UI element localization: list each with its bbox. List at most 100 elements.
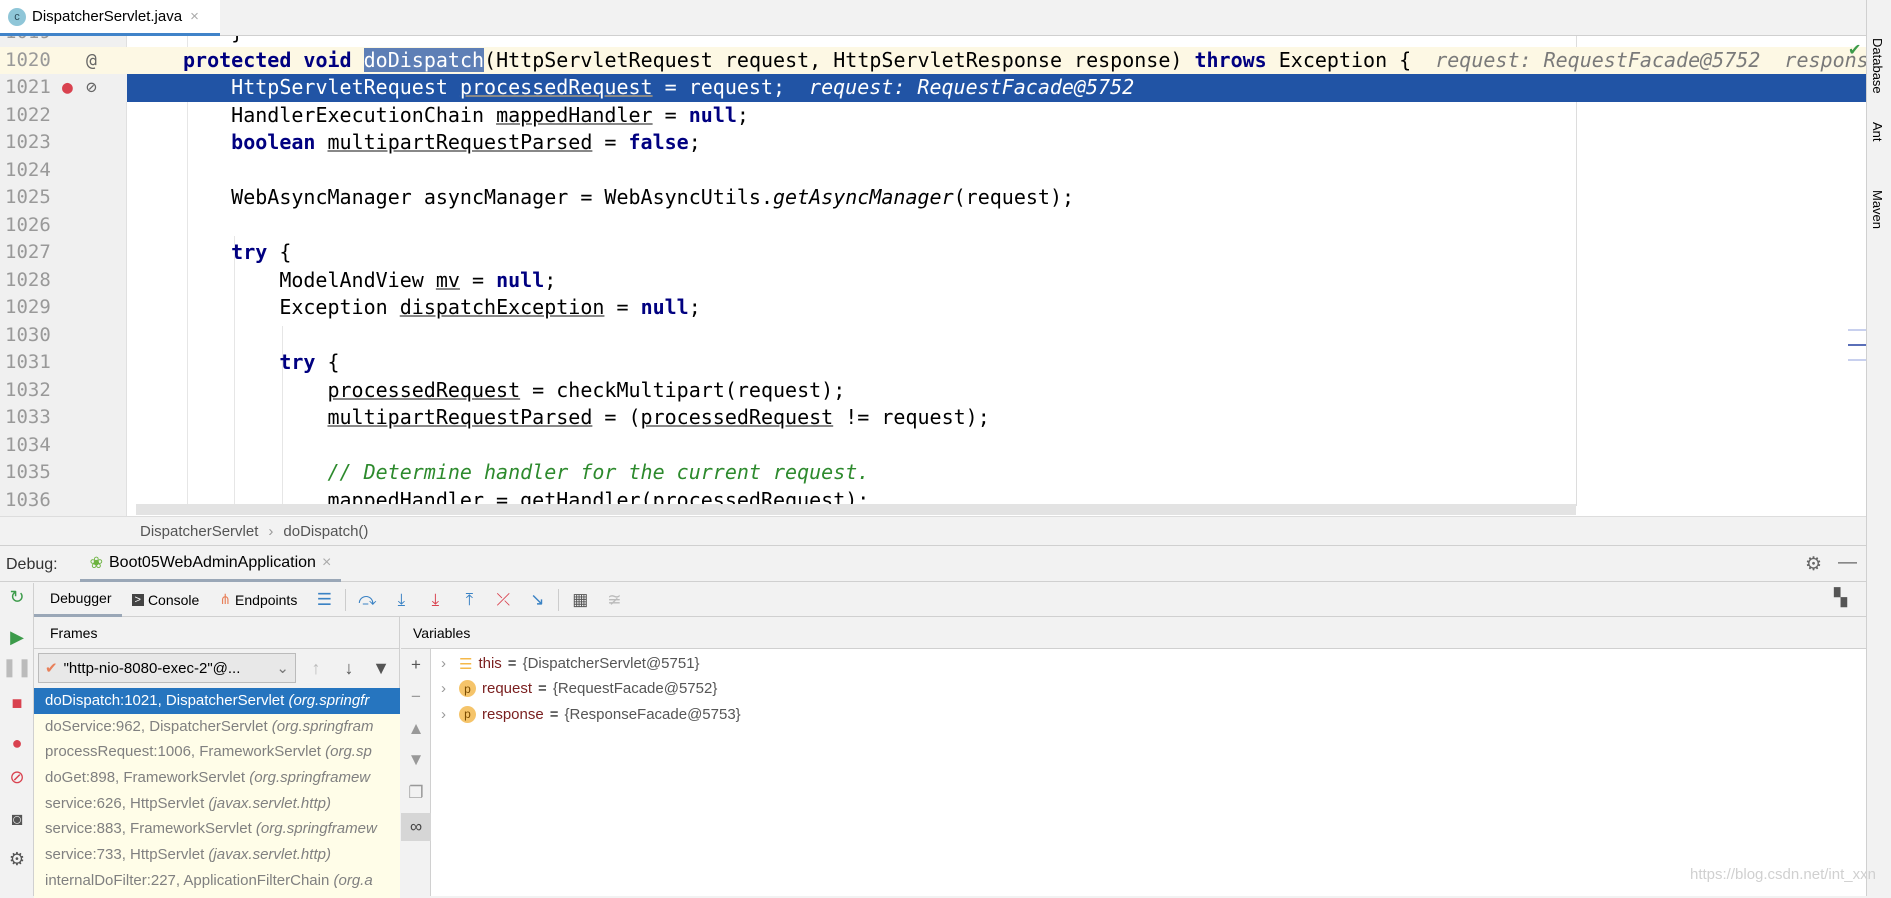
add-watch-icon[interactable]: + [401, 651, 431, 679]
line-number: 1031 [5, 351, 51, 373]
frame-item[interactable]: internalDoFilter:227, ApplicationFilterC… [34, 868, 400, 894]
breakpoint-icon[interactable]: ● [62, 74, 73, 102]
resume-icon[interactable]: ▶ [0, 627, 34, 648]
breadcrumb-method[interactable]: doDispatch() [283, 523, 368, 540]
frame-item[interactable]: doService:962, DispatcherServlet (org.sp… [34, 714, 400, 740]
camera-icon[interactable]: ◙ [0, 809, 34, 830]
variable-row[interactable]: › p request = {RequestFacade@5752} [431, 676, 717, 701]
code-editor[interactable]: 1019}1020@protected void doDispatch(Http… [0, 36, 1866, 516]
code-line[interactable]: 1029 Exception dispatchException = null; [0, 294, 1866, 322]
database-tool-button[interactable]: Database [1870, 38, 1885, 94]
drop-frame-icon[interactable]: ⤫ [491, 588, 515, 612]
debug-session-tab[interactable]: ❀ Boot05WebAdminApplication × [79, 548, 342, 582]
code-text: WebAsyncManager asyncManager = WebAsyncU… [231, 184, 1074, 212]
editor-tab-bar: c DispatcherServlet.java × [0, 0, 1866, 36]
code-token: (request); [953, 185, 1075, 209]
line-number: 1034 [5, 433, 51, 456]
tab-label: Endpoints [235, 591, 298, 608]
mute-breakpoints-icon[interactable]: ⊘ [0, 767, 34, 788]
next-frame-icon[interactable]: ↓ [335, 653, 363, 683]
filter-icon[interactable]: ▼ [367, 653, 395, 683]
close-icon[interactable]: × [190, 8, 199, 25]
step-into-icon[interactable]: ⤓ [389, 588, 413, 612]
copy-icon[interactable]: ❐ [401, 779, 431, 807]
code-token: = [459, 267, 497, 292]
move-down-icon[interactable]: ▼ [401, 746, 431, 774]
maven-tool-button[interactable]: Maven [1870, 190, 1885, 229]
chevron-down-icon: ⌄ [276, 660, 289, 677]
variable-row[interactable]: › ☰ this = {DispatcherServlet@5751} [431, 651, 700, 676]
code-line[interactable]: 1035 // Determine handler for the current… [0, 459, 1866, 487]
frame-item[interactable]: service:883, FrameworkServlet (org.sprin… [34, 816, 400, 842]
move-up-icon[interactable]: ▲ [401, 715, 431, 743]
code-line[interactable]: 1025 WebAsyncManager asyncManager = WebAs… [0, 184, 1866, 212]
frame-item[interactable]: doDispatch:1021, DispatcherServlet (org.… [34, 688, 400, 714]
gear-icon[interactable]: ⚙ [1805, 553, 1822, 576]
horizontal-scrollbar[interactable] [136, 504, 1576, 515]
ant-tool-button[interactable]: Ant [1870, 122, 1885, 142]
force-step-into-icon[interactable]: ⤓ [423, 588, 447, 612]
code-line[interactable]: 1020 @ protected void doDispatch(HttpServl… [0, 46, 1866, 75]
pause-icon[interactable]: ❚❚ [0, 657, 34, 678]
expand-chevron-icon[interactable]: › [441, 655, 453, 672]
glasses-icon[interactable]: ∞ [401, 813, 431, 841]
expand-chevron-icon[interactable]: › [441, 706, 453, 723]
code-text: protected void doDispatch(HttpServletReq… [183, 47, 1866, 75]
evaluate-expression-icon[interactable]: ▦ [568, 588, 592, 612]
frame-item[interactable]: service:626, HttpServlet (javax.servlet.… [34, 791, 400, 817]
frame-package: (javax.servlet.http) [208, 794, 331, 812]
code-token: protected void [183, 47, 364, 72]
mute-breakpoints-icon: ⊘ [86, 77, 97, 98]
editor-tab-dispatcherservlet[interactable]: c DispatcherServlet.java × [0, 0, 220, 36]
layout-icon[interactable]: ▚ [1834, 588, 1847, 608]
step-out-icon[interactable]: ⤒ [457, 588, 481, 612]
code-line[interactable]: 1033 multipartRequestParsed = (processedR… [0, 404, 1866, 432]
error-stripe-mark[interactable] [1848, 344, 1866, 346]
expand-chevron-icon[interactable]: › [441, 680, 453, 697]
code-text: HandlerExecutionChain mappedHandler = nu… [231, 102, 749, 130]
error-stripe-mark[interactable] [1848, 329, 1866, 331]
remove-watch-icon[interactable]: − [401, 683, 431, 711]
code-line[interactable]: 1034 [0, 432, 1866, 460]
code-line[interactable]: 1028 ModelAndView mv = null; [0, 267, 1866, 295]
frame-item[interactable]: doGet:898, FrameworkServlet (org.springf… [34, 765, 400, 791]
code-line[interactable]: 1032 processedRequest = checkMultipart(re… [0, 377, 1866, 405]
threads-menu-icon[interactable]: ☰ [312, 588, 336, 612]
tab-debugger[interactable]: Debugger [34, 583, 122, 617]
code-text: // Determine handler for the current req… [327, 459, 869, 487]
minimize-icon[interactable]: — [1838, 552, 1857, 574]
code-line[interactable]: 1031 try { [0, 349, 1866, 377]
stop-icon[interactable]: ■ [0, 693, 34, 714]
settings-icon[interactable]: ⚙ [0, 849, 34, 870]
frame-package: (org.a [333, 871, 373, 889]
rerun-icon[interactable]: ↻ [0, 587, 34, 608]
tab-console[interactable]: > Console [122, 583, 210, 617]
code-line[interactable]: 1019} [0, 36, 1866, 47]
tab-endpoints[interactable]: ⋔ Endpoints [209, 583, 307, 617]
frame-item[interactable]: service:733, HttpServlet (javax.servlet.… [34, 842, 400, 868]
view-breakpoints-icon[interactable]: ● [0, 733, 34, 754]
error-stripe-mark[interactable] [1848, 359, 1866, 361]
frame-item[interactable]: processRequest:1006, FrameworkServlet (o… [34, 739, 400, 765]
run-to-cursor-icon[interactable]: ↘ [525, 588, 549, 612]
breadcrumb-class[interactable]: DispatcherServlet [140, 523, 258, 540]
thread-selector[interactable]: ✔ "http-nio-8080-exec-2"@... ⌄ [38, 653, 296, 683]
code-token: null [688, 102, 737, 127]
endpoints-icon: ⋔ [219, 591, 232, 607]
previous-frame-icon[interactable]: ↑ [302, 653, 330, 683]
code-line[interactable]: 1027 try { [0, 239, 1866, 267]
close-icon[interactable]: × [322, 554, 331, 572]
code-line[interactable]: 1022 HandlerExecutionChain mappedHandler … [0, 102, 1866, 130]
code-token: try [231, 240, 268, 264]
code-line[interactable]: 1030 [0, 322, 1866, 350]
code-line[interactable]: 1024 [0, 157, 1866, 185]
code-line[interactable]: 1021 ● ⊘ HttpServletRequest processedReques… [0, 74, 1866, 102]
variable-row[interactable]: › p response = {ResponseFacade@5753} [431, 702, 741, 727]
code-line[interactable]: 1026 [0, 212, 1866, 240]
override-marker-icon[interactable]: @ [86, 47, 97, 75]
check-icon: ✔ [45, 660, 58, 677]
trace-stream-icon[interactable]: ≆ [602, 588, 626, 612]
inspection-ok-icon[interactable]: ✔ [1848, 40, 1861, 60]
code-line[interactable]: 1023 boolean multipartRequestParsed = fal… [0, 129, 1866, 157]
step-over-icon[interactable]: ⤼ [355, 588, 379, 612]
